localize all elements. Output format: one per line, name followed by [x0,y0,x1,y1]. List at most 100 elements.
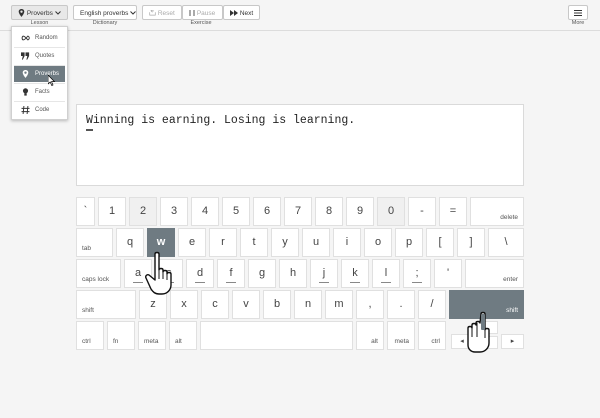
key-u[interactable]: u [302,228,330,257]
key-p[interactable]: p [395,228,423,257]
key-label: b [273,298,281,310]
key-label: alt [371,338,378,345]
pause-button[interactable]: Pause [182,5,223,20]
left-hand-finger-icon [145,251,172,295]
dictionary-caption: Dictionary [92,20,118,26]
key-semicolon[interactable]: ; [403,259,431,288]
key-label: caps lock [82,276,110,283]
key-meta-right[interactable]: meta [387,321,415,350]
key-e[interactable]: e [178,228,206,257]
key-j[interactable]: j [310,259,338,288]
key-label: d [196,267,204,279]
key-apostrophe[interactable]: ' [434,259,462,288]
key-7[interactable]: 7 [284,197,312,226]
key-backtick[interactable]: ` [76,197,95,226]
key-slash[interactable]: / [418,290,446,319]
key-g[interactable]: g [248,259,276,288]
key-2[interactable]: 2 [129,197,157,226]
key-l[interactable]: l [372,259,400,288]
menu-item-random[interactable]: Random [14,30,65,46]
key-6[interactable]: 6 [253,197,281,226]
key-period[interactable]: . [387,290,415,319]
key-label: k [352,267,358,279]
home-key-bump [381,282,391,283]
key-r[interactable]: r [209,228,237,257]
home-key-bump [195,282,205,283]
key-enter[interactable]: enter [465,259,524,288]
key-tab[interactable]: tab [76,228,113,257]
key-right-bracket[interactable]: ] [457,228,485,257]
key-comma[interactable]: , [356,290,384,319]
key-alt-right[interactable]: alt [356,321,384,350]
key-3[interactable]: 3 [160,197,188,226]
key-fn[interactable]: fn [107,321,135,350]
key-label: ctrl [431,338,440,345]
next-button[interactable]: Next [223,5,260,20]
home-key-bump [412,282,422,283]
key-label: tab [82,245,92,252]
key-shift-left[interactable]: shift [76,290,136,319]
key-backslash[interactable]: \ [488,228,524,257]
key-label: 3 [170,205,178,217]
key-8[interactable]: 8 [315,197,343,226]
pin-icon [18,9,25,18]
key-minus[interactable]: - [408,197,436,226]
key-m[interactable]: m [325,290,353,319]
key-n[interactable]: n [294,290,322,319]
key-5[interactable]: 5 [222,197,250,226]
lesson-dropdown[interactable]: Proverbs [11,5,68,20]
key-label: 7 [294,205,302,217]
key-label: i [345,236,349,248]
menu-item-proverbs[interactable]: Proverbs [14,66,65,82]
reset-icon [149,9,156,16]
key-label: j [322,267,326,279]
key-left-bracket[interactable]: [ [426,228,454,257]
reset-button[interactable]: Reset [142,5,182,20]
dictionary-dropdown[interactable]: English proverbs [73,5,137,20]
key-d[interactable]: d [186,259,214,288]
key-label: 6 [263,205,271,217]
key-equals[interactable]: = [439,197,467,226]
key-y[interactable]: y [271,228,299,257]
key-h[interactable]: h [279,259,307,288]
key-label: m [334,298,344,310]
key-v[interactable]: v [232,290,260,319]
key-label: c [212,298,218,310]
key-b[interactable]: b [263,290,291,319]
exercise-text-area[interactable]: Winning is earning. Losing is learning. [76,104,524,186]
chevron-down-icon [54,11,61,15]
key-label: q [126,236,134,248]
key-label: alt [175,338,182,345]
key-f[interactable]: f [217,259,245,288]
key-space[interactable] [200,321,353,350]
key-label: z [150,298,156,310]
key-delete[interactable]: delete [470,197,524,226]
key-o[interactable]: o [364,228,392,257]
pin-icon [22,70,29,78]
key-c[interactable]: c [201,290,229,319]
key-4[interactable]: 4 [191,197,219,226]
menu-item-quotes[interactable]: Quotes [14,48,65,64]
key-alt-left[interactable]: alt [169,321,197,350]
key-caps-lock[interactable]: caps lock [76,259,121,288]
key-k[interactable]: k [341,259,369,288]
home-key-bump [350,282,360,283]
key-label: 9 [356,205,364,217]
menu-item-code[interactable]: Code [14,102,65,118]
key-label: delete [500,214,518,221]
key-t[interactable]: t [240,228,268,257]
key-0[interactable]: 0 [377,197,405,226]
lightbulb-icon [22,88,29,96]
key-meta-left[interactable]: meta [138,321,166,350]
key-q[interactable]: q [116,228,144,257]
key-ctrl-left[interactable]: ctrl [76,321,104,350]
menu-item-facts[interactable]: Facts [14,84,65,100]
exercise-caption: Exercise [190,20,212,26]
key-9[interactable]: 9 [346,197,374,226]
toolbar: Proverbs Lesson English proverbs Diction… [0,0,600,31]
key-ctrl-right[interactable]: ctrl [418,321,446,350]
key-1[interactable]: 1 [98,197,126,226]
key-i[interactable]: i [333,228,361,257]
more-button[interactable] [568,5,588,20]
key-arrow-right[interactable]: ▸ [501,334,524,349]
